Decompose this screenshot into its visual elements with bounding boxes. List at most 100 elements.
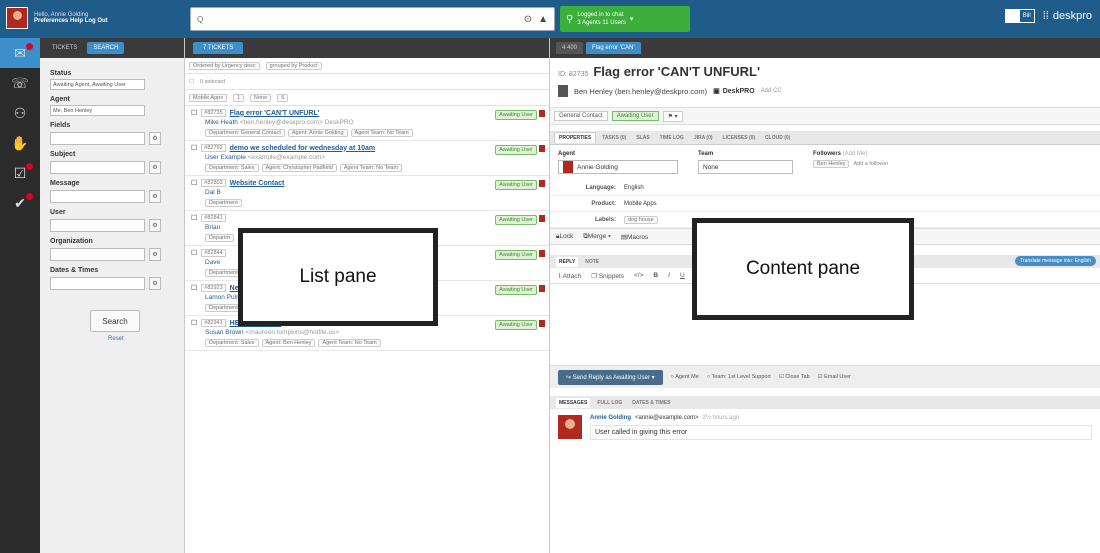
html-icon[interactable]: </> bbox=[634, 272, 643, 279]
add-follower-link[interactable]: Add a follower bbox=[853, 161, 888, 167]
select-all-checkbox[interactable]: ☐ bbox=[189, 79, 194, 85]
tab-property[interactable]: TASKS (0) bbox=[598, 133, 630, 143]
history-icon[interactable]: ⊙ bbox=[524, 14, 532, 25]
subject-input[interactable] bbox=[50, 161, 145, 174]
tab-search[interactable]: SEARCH bbox=[87, 42, 125, 54]
row-checkbox[interactable]: ☐ bbox=[191, 284, 197, 292]
person-name[interactable]: Ben Henley (ben.henley@deskpro.com) bbox=[574, 87, 707, 96]
ticket-row[interactable]: ☐ #82792 demo we scheduled for wednesday a… bbox=[185, 141, 549, 176]
tab-messages[interactable]: FULL LOG bbox=[594, 398, 625, 408]
deals-icon[interactable]: ✔ bbox=[0, 188, 40, 218]
lock-button[interactable]: 🔒︎Lock bbox=[556, 233, 573, 241]
macros-button[interactable]: ▤Macros bbox=[621, 233, 648, 241]
email-user-checkbox[interactable]: ☑ Email User bbox=[818, 374, 851, 380]
language-value[interactable]: English bbox=[624, 185, 644, 191]
user-links[interactable]: Preferences Help Log Out bbox=[34, 18, 108, 24]
organization-input[interactable] bbox=[50, 248, 145, 261]
agent-select[interactable]: Me, Ben Henley bbox=[50, 105, 145, 116]
ticket-row[interactable]: ☐ #82803 Website Contact Dal B Department Aw… bbox=[185, 176, 549, 211]
row-checkbox[interactable]: ☐ bbox=[191, 144, 197, 152]
add-icon[interactable]: ⚙ bbox=[149, 219, 161, 232]
toggle-b[interactable]: Bill bbox=[1020, 10, 1034, 22]
bell-icon[interactable]: ▲ bbox=[538, 14, 548, 25]
add-icon[interactable]: ⚙ bbox=[149, 190, 161, 203]
tab-reply[interactable]: REPLY bbox=[556, 256, 579, 267]
product-value[interactable]: Mobile Apps bbox=[624, 201, 657, 207]
tasks-icon[interactable]: ☑ bbox=[0, 158, 40, 188]
reset-link[interactable]: Reset bbox=[108, 336, 178, 342]
user-menu[interactable]: Hello, Annie Golding Preferences Help Lo… bbox=[6, 5, 186, 31]
feedback-icon[interactable]: ✋ bbox=[0, 128, 40, 158]
chat-nav-icon[interactable]: ☏ bbox=[0, 68, 40, 98]
underline-icon[interactable]: U bbox=[680, 272, 685, 279]
close-tab-checkbox[interactable]: ☑ Close Tab bbox=[779, 374, 810, 380]
view-toggle[interactable]: Bill bbox=[1004, 9, 1035, 23]
ticket-row[interactable]: ☐ #82735 Flag error 'CAN'T UNFURL' Mike Hea… bbox=[185, 106, 549, 141]
add-me-link[interactable]: (Add Me) bbox=[843, 151, 868, 157]
ticket-subject[interactable]: Flag error 'CAN'T UNFURL' bbox=[230, 110, 320, 117]
row-checkbox[interactable]: ☐ bbox=[191, 179, 197, 187]
follower-chip[interactable]: Ben Henley bbox=[813, 160, 850, 168]
send-reply-button[interactable]: ↪ Send Reply as Awaiting User ▾ bbox=[558, 369, 663, 385]
organization[interactable]: ▣ DeskPRO bbox=[713, 87, 755, 96]
add-icon[interactable]: ⚙ bbox=[149, 161, 161, 174]
tab-messages[interactable]: DATES & TIMES bbox=[629, 398, 673, 408]
grouped-by[interactable]: grouped by Product bbox=[265, 61, 322, 70]
tab-property[interactable]: PROPERTIES bbox=[554, 132, 597, 143]
tab-property[interactable]: TIME LOG bbox=[656, 133, 688, 143]
user-name[interactable]: User Example bbox=[205, 154, 246, 161]
ticket-subject[interactable]: Website Contact bbox=[230, 180, 285, 187]
search-button[interactable]: Search bbox=[90, 310, 140, 332]
status-dropdown[interactable]: Awaiting User bbox=[611, 111, 659, 121]
user-input[interactable] bbox=[50, 219, 145, 232]
people-icon[interactable]: ⚇ bbox=[0, 98, 40, 128]
add-icon[interactable]: ⚙ bbox=[149, 277, 161, 290]
status-select[interactable]: Awaiting Agent, Awaiting User bbox=[50, 79, 145, 90]
row-checkbox[interactable]: ☐ bbox=[191, 214, 197, 222]
translate-button[interactable]: Translate message into: English bbox=[1015, 256, 1096, 266]
snippets-button[interactable]: ❐ Snippets bbox=[591, 272, 624, 280]
tab-property[interactable]: LICENSES (0) bbox=[719, 133, 760, 143]
bold-icon[interactable]: B bbox=[653, 272, 658, 279]
tab-back[interactable]: 4 400 bbox=[556, 42, 584, 54]
label-chip[interactable]: dog house bbox=[624, 215, 658, 224]
user-name[interactable]: Susan Brown bbox=[205, 329, 244, 336]
user-name[interactable]: Mike Heath bbox=[205, 119, 238, 126]
tab-property[interactable]: CLOUD (0) bbox=[761, 133, 794, 143]
team-select[interactable]: None bbox=[698, 160, 793, 174]
ticket-subject[interactable]: demo we scheduled for wednesday at 10am bbox=[230, 145, 376, 152]
user-name[interactable]: Dave bbox=[205, 259, 220, 266]
message-input[interactable] bbox=[50, 190, 145, 203]
department-dropdown[interactable]: General Contact bbox=[554, 111, 608, 121]
tab-tickets[interactable]: TICKETS bbox=[46, 42, 83, 54]
tab-tickets-list[interactable]: 7 TICKETS bbox=[193, 42, 244, 54]
global-search[interactable]: ⊙ ▲ bbox=[190, 7, 555, 31]
merge-button[interactable]: ⧉Merge ▾ bbox=[583, 233, 611, 241]
agent-option[interactable]: ○ Agent Me bbox=[671, 374, 699, 380]
message-author[interactable]: Annie Golding bbox=[590, 415, 631, 421]
dates-input[interactable] bbox=[50, 277, 145, 290]
tab-property[interactable]: JIRA (0) bbox=[690, 133, 717, 143]
avatar[interactable] bbox=[6, 7, 28, 29]
add-cc[interactable]: Add CC bbox=[761, 88, 782, 94]
user-name[interactable]: Brian bbox=[205, 224, 220, 231]
team-option[interactable]: ○ Team: 1st Level Support bbox=[707, 374, 771, 380]
group-none[interactable]: None bbox=[250, 93, 272, 102]
row-checkbox[interactable]: ☐ bbox=[191, 109, 197, 117]
search-input[interactable] bbox=[197, 14, 518, 24]
add-icon[interactable]: ⚙ bbox=[149, 248, 161, 261]
tab-note[interactable]: NOTE bbox=[582, 257, 602, 267]
group-filter[interactable]: Mobile Apps bbox=[189, 93, 227, 102]
tab-property[interactable]: SLAS bbox=[632, 133, 653, 143]
user-name[interactable]: Dal B bbox=[205, 189, 221, 196]
row-checkbox[interactable]: ☐ bbox=[191, 319, 197, 327]
agent-select[interactable]: Annie Golding bbox=[558, 160, 678, 174]
fields-input[interactable] bbox=[50, 132, 145, 145]
add-icon[interactable]: ⚙ bbox=[149, 132, 161, 145]
row-checkbox[interactable]: ☐ bbox=[191, 249, 197, 257]
tab-messages[interactable]: MESSAGES bbox=[556, 397, 591, 408]
flag-dropdown[interactable]: ⚑ ▾ bbox=[662, 110, 683, 122]
tickets-icon[interactable]: ✉ bbox=[0, 38, 40, 68]
toggle-a[interactable] bbox=[1005, 10, 1020, 22]
chat-status-button[interactable]: ⚲ Logged in to chat 3 Agents 11 Users ▾ bbox=[560, 6, 690, 32]
